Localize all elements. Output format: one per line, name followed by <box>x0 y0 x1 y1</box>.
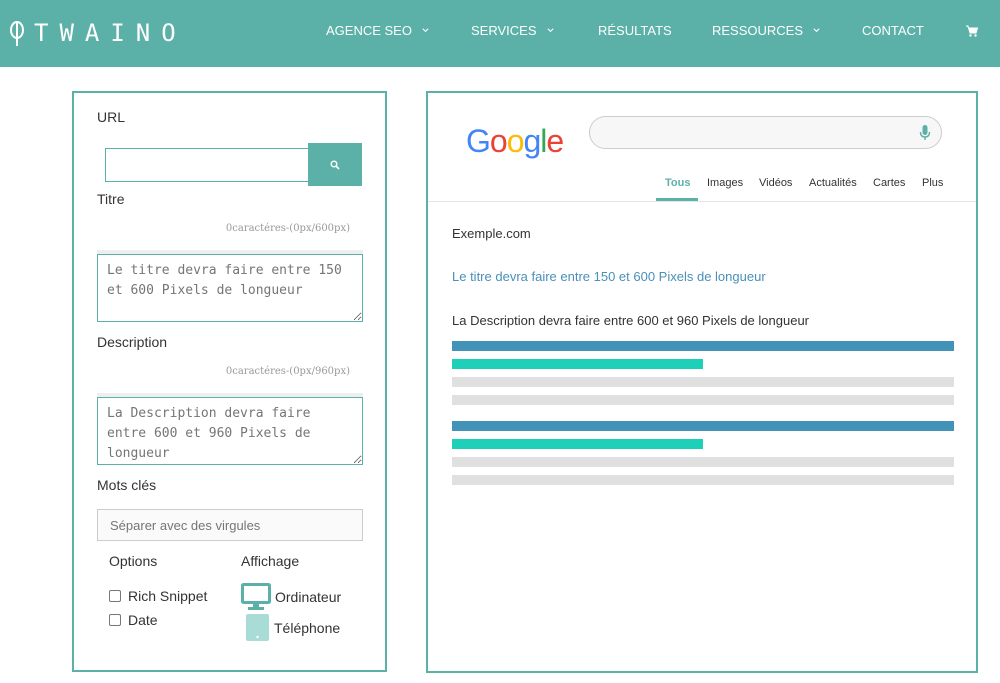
skeleton-title-line <box>452 341 954 351</box>
skeleton-text-line <box>452 395 954 405</box>
preview-search-bar[interactable] <box>589 116 942 149</box>
skeleton-url-line <box>452 439 703 449</box>
rich-snippet-checkbox[interactable] <box>109 590 121 602</box>
nav-item-label: CONTACT <box>862 23 924 38</box>
device-phone-label: Téléphone <box>274 619 341 636</box>
nav-item-label: RESSOURCES <box>712 23 804 38</box>
keywords-input[interactable] <box>97 509 363 541</box>
microphone-icon[interactable] <box>919 124 931 142</box>
tab-cartes[interactable]: Cartes <box>873 177 905 189</box>
display-label: Affichage <box>241 553 300 569</box>
tab-actualites[interactable]: Actualités <box>809 177 857 189</box>
tablet-icon <box>246 614 269 641</box>
tab-tous[interactable]: Tous <box>665 177 690 189</box>
result-title-link[interactable]: Le titre devra faire entre 150 et 600 Pi… <box>452 269 766 284</box>
rich-snippet-label: Rich Snippet <box>128 588 208 604</box>
chevron-down-icon <box>813 28 820 33</box>
description-character-counter: 0caractéres-(0px/960px) <box>225 366 350 377</box>
cart-icon[interactable] <box>965 24 979 38</box>
skeleton-text-line <box>452 457 954 467</box>
options-label: Options <box>109 553 158 569</box>
title-textarea[interactable] <box>97 254 363 322</box>
skeleton-text-line <box>452 377 954 387</box>
search-engine-logo: Google <box>466 123 564 159</box>
device-desktop-option[interactable]: Ordinateur <box>241 583 341 611</box>
serp-preview-panel: Google Tous Images Vidéos Actualités Car… <box>426 91 978 673</box>
url-input[interactable] <box>105 148 308 182</box>
tab-images[interactable]: Images <box>707 177 743 189</box>
chevron-down-icon <box>422 28 429 33</box>
nav-item-resultats[interactable]: RÉSULTATS <box>598 23 672 38</box>
date-checkbox[interactable] <box>109 614 121 626</box>
nav-item-agence-seo[interactable]: AGENCE SEO <box>326 23 430 38</box>
device-desktop-label: Ordinateur <box>275 589 342 605</box>
chevron-down-icon <box>546 28 554 33</box>
top-navigation-bar: TWAINO AGENCE SEO SERVICES RÉSULTATS RES… <box>0 0 1000 67</box>
date-label: Date <box>128 612 158 628</box>
date-option[interactable]: Date <box>109 612 158 628</box>
nav-item-label: RÉSULTATS <box>598 23 672 38</box>
url-search-button[interactable] <box>308 143 362 186</box>
tabs-divider <box>428 201 976 202</box>
nav-item-label: SERVICES <box>471 23 537 38</box>
nav-item-ressources[interactable]: RESSOURCES <box>712 23 821 38</box>
nav-item-label: AGENCE SEO <box>326 23 412 38</box>
url-label: URL <box>97 109 126 125</box>
serp-form-panel: URL Titre 0caractéres-(0px/600px) Descri… <box>72 91 387 672</box>
main-menu: AGENCE SEO SERVICES RÉSULTATS RESSOURCES… <box>0 0 1000 67</box>
result-url: Exemple.com <box>452 226 531 241</box>
rich-snippet-option[interactable]: Rich Snippet <box>109 588 207 604</box>
search-icon <box>330 160 340 170</box>
nav-item-services[interactable]: SERVICES <box>471 23 555 38</box>
nav-item-contact[interactable]: CONTACT <box>862 23 924 38</box>
skeleton-title-line <box>452 421 954 431</box>
description-textarea[interactable] <box>97 397 363 465</box>
title-label: Titre <box>97 191 125 207</box>
keywords-label: Mots clés <box>97 477 157 493</box>
skeleton-text-line <box>452 475 954 485</box>
title-character-counter: 0caractéres-(0px/600px) <box>225 223 350 234</box>
tab-videos[interactable]: Vidéos <box>759 177 792 189</box>
device-phone-option[interactable]: Téléphone <box>246 614 340 641</box>
skeleton-url-line <box>452 359 703 369</box>
monitor-icon <box>241 583 271 610</box>
result-description: La Description devra faire entre 600 et … <box>452 313 809 328</box>
description-label: Description <box>97 334 168 350</box>
preview-tabs: Tous Images Vidéos Actualités Cartes Plu… <box>428 177 980 197</box>
tab-plus[interactable]: Plus <box>922 177 943 189</box>
